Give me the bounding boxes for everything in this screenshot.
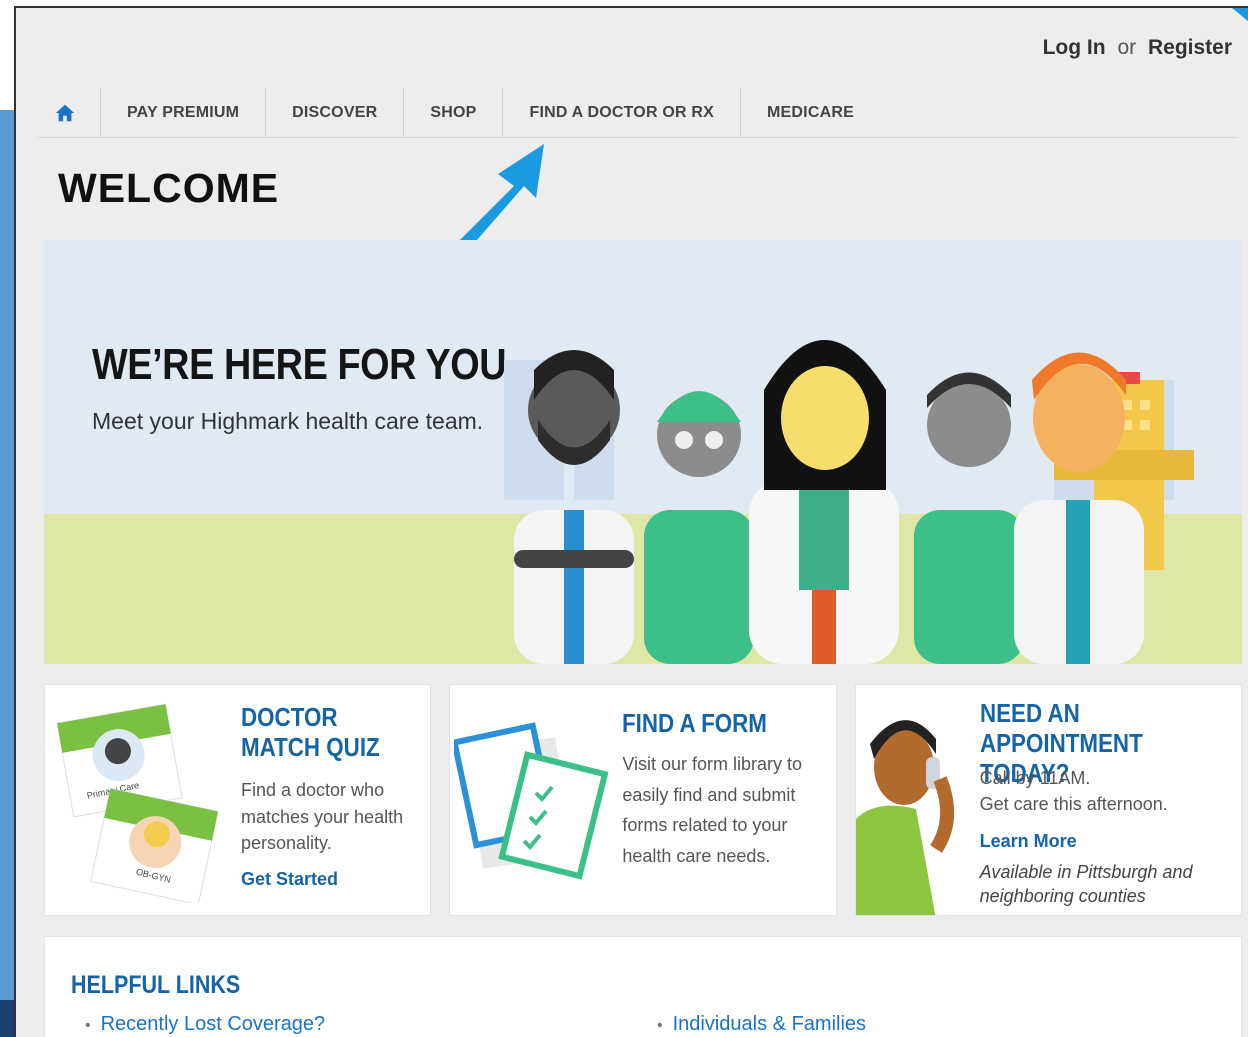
helpful-link-item[interactable]: • Individuals & Families xyxy=(657,1013,866,1036)
top-bar: Log In or Register xyxy=(16,8,1248,88)
browser-frame: Log In or Register PAY PREMIUM DISCOVER … xyxy=(14,6,1248,1037)
auth-links: Log In or Register xyxy=(1043,36,1232,60)
card-text-line: Get care this afternoon. xyxy=(979,794,1168,815)
doctor-figure-4 xyxy=(914,372,1024,664)
or-text: or xyxy=(1117,36,1137,59)
doctor-figure-3 xyxy=(749,340,899,664)
bullet-icon: • xyxy=(85,1017,91,1034)
login-link[interactable]: Log In xyxy=(1043,36,1106,59)
card-text: Find a doctor who matches your health pe… xyxy=(241,780,404,854)
nav-pay-premium[interactable]: PAY PREMIUM xyxy=(101,88,267,137)
helpful-links-title: HELPFUL LINKS xyxy=(71,971,241,999)
card-text-line: Call by 11AM. xyxy=(979,768,1091,788)
helpful-link-label[interactable]: Individuals & Families xyxy=(673,1013,866,1035)
person-on-phone-illustration xyxy=(855,720,954,915)
care-team-illustration xyxy=(504,340,1194,664)
availability-note: Available in Pittsburgh and neighboring … xyxy=(979,862,1193,906)
home-icon xyxy=(55,104,75,121)
bullet-icon: • xyxy=(657,1017,663,1034)
card-title-line: MATCH QUIZ xyxy=(241,731,380,762)
helpful-link-item[interactable]: • Recently Lost Coverage? xyxy=(85,1013,325,1036)
nav-find-doctor-rx[interactable]: FIND A DOCTOR OR RX xyxy=(503,88,742,137)
appointment-card[interactable]: NEED AN APPOINTMENT TODAY? Call by 11AM.… xyxy=(854,684,1242,916)
hero-subtitle: Meet your Highmark health care team. xyxy=(92,408,484,434)
card-title-line: DOCTOR xyxy=(241,702,338,732)
nav-discover[interactable]: DISCOVER xyxy=(266,88,405,137)
register-link[interactable]: Register xyxy=(1148,36,1232,59)
pointer-arrow-icon xyxy=(459,144,544,248)
nav-shop[interactable]: SHOP xyxy=(404,88,504,137)
hero-banner: WE’RE HERE FOR YOU Meet your Highmark he… xyxy=(44,240,1242,664)
doctor-figure-2 xyxy=(644,391,754,664)
page-title: WELCOME xyxy=(58,165,280,211)
card-title: DOCTOR MATCH QUIZ xyxy=(241,702,380,763)
doctor-figure-1 xyxy=(514,350,634,664)
main-nav: PAY PREMIUM DISCOVER SHOP FIND A DOCTOR … xyxy=(38,88,1238,138)
helpful-link-label[interactable]: Recently Lost Coverage? xyxy=(101,1013,326,1035)
hero-title: WE’RE HERE FOR YOU xyxy=(92,340,507,389)
feature-cards: Primary Care OB-GYN DOCTOR MATCH QUIZ Fi… xyxy=(44,684,1242,916)
helpful-links: HELPFUL LINKS • Recently Lost Coverage? •… xyxy=(44,936,1242,1037)
card-text: Call by 11AM. Get care this afternoon. xyxy=(980,765,1168,817)
doctor-match-quiz-card[interactable]: Primary Care OB-GYN DOCTOR MATCH QUIZ Fi… xyxy=(44,684,432,916)
nav-home[interactable] xyxy=(38,88,101,137)
get-started-link[interactable]: Get Started xyxy=(241,869,338,890)
card-title: FIND A FORM xyxy=(622,708,768,738)
doctor-cards-illustration: Primary Care OB-GYN xyxy=(56,703,219,903)
card-title-line: NEED AN xyxy=(979,698,1080,728)
nav-medicare[interactable]: MEDICARE xyxy=(741,88,880,137)
card-text: Visit our form library to easily find an… xyxy=(622,754,803,866)
learn-more-link[interactable]: Learn More xyxy=(980,831,1077,852)
clipboard-icon xyxy=(454,722,609,880)
find-a-form-card[interactable]: FIND A FORM Visit our form library to ea… xyxy=(449,684,837,916)
